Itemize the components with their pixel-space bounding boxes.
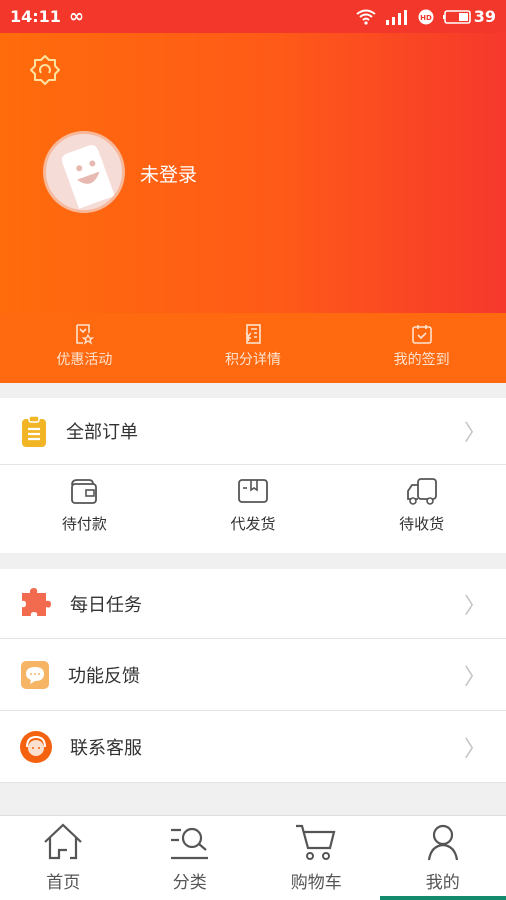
avatar-placeholder-icon [61, 145, 115, 209]
all-orders-label: 全部订单 [66, 422, 138, 443]
points-icon [245, 324, 261, 344]
puzzle-icon [22, 587, 51, 616]
tab-label: 购物车 [290, 873, 342, 893]
settings-gear-icon[interactable] [28, 53, 62, 87]
order-state-to-receive[interactable]: 待收货 [337, 465, 506, 553]
login-status[interactable]: 未登录 [140, 160, 197, 187]
home-icon [44, 823, 83, 860]
menu-item-daily-tasks[interactable]: 每日任务 〉 [0, 569, 506, 639]
cart-icon [296, 824, 336, 860]
status-time: 14:11 [10, 7, 61, 26]
quick-link-points[interactable]: 积分详情 [169, 313, 338, 383]
avatar[interactable] [43, 131, 125, 213]
menu-card: 每日任务 〉 功能反馈 〉 联系客服 〉 [0, 569, 506, 783]
order-states: 待付款 代发货 待收货 [0, 465, 506, 553]
wallet-icon [71, 479, 98, 504]
customer-service-icon [20, 730, 52, 763]
category-icon [170, 827, 208, 860]
battery-level: 39 [473, 7, 496, 26]
tab-label: 首页 [46, 873, 81, 893]
battery-icon [442, 9, 471, 24]
menu-item-label: 功能反馈 [68, 665, 140, 687]
clipboard-icon [22, 415, 46, 447]
all-orders-row[interactable]: 全部订单 〉 [0, 398, 506, 465]
tab-label: 我的 [425, 873, 460, 893]
tab-category[interactable]: 分类 [127, 816, 254, 900]
chevron-right-icon: 〉 [463, 421, 486, 446]
quick-link-label: 积分详情 [225, 352, 281, 368]
bottom-tab-bar: 首页 分类 购物车 我的 [0, 815, 506, 900]
wifi-icon [356, 9, 376, 25]
user-icon [427, 824, 458, 861]
order-state-label: 待付款 [61, 515, 107, 533]
quick-link-label: 我的签到 [393, 352, 450, 368]
chevron-right-icon: 〉 [463, 593, 486, 619]
order-state-label: 待收货 [399, 515, 445, 533]
signal-icon [385, 9, 407, 25]
truck-icon [406, 478, 437, 505]
menu-item-customer-service[interactable]: 联系客服 〉 [0, 711, 506, 783]
box-icon [238, 479, 268, 503]
coupon-icon [76, 324, 95, 345]
tab-cart[interactable]: 购物车 [253, 816, 380, 900]
checkin-icon [411, 325, 432, 344]
profile-header: 未登录 [0, 33, 506, 313]
chevron-right-icon: 〉 [463, 736, 486, 762]
quick-link-label: 优惠活动 [56, 352, 113, 368]
quick-links: 优惠活动 积分详情 我的签到 [0, 313, 506, 383]
menu-item-label: 每日任务 [70, 594, 142, 616]
feedback-icon [21, 660, 49, 689]
chevron-right-icon: 〉 [463, 664, 486, 690]
status-bar: 14:11 ∞ HD 39 [0, 0, 506, 33]
infinity-icon: ∞ [68, 6, 84, 27]
tab-mine[interactable]: 我的 [379, 816, 506, 900]
hd-icon: HD [418, 9, 434, 24]
order-state-to-ship[interactable]: 代发货 [169, 465, 338, 553]
quick-link-coupons[interactable]: 优惠活动 [0, 313, 169, 383]
tab-label: 分类 [172, 873, 207, 893]
order-state-pending-payment[interactable]: 待付款 [0, 465, 169, 553]
menu-item-feedback[interactable]: 功能反馈 〉 [0, 639, 506, 711]
svg-text:HD: HD [420, 14, 432, 22]
menu-item-label: 联系客服 [70, 737, 142, 759]
orders-card: 全部订单 〉 待付款 代发货 待收货 [0, 398, 506, 553]
quick-link-checkin[interactable]: 我的签到 [337, 313, 506, 383]
order-state-label: 代发货 [230, 515, 276, 533]
tab-home[interactable]: 首页 [0, 816, 127, 900]
